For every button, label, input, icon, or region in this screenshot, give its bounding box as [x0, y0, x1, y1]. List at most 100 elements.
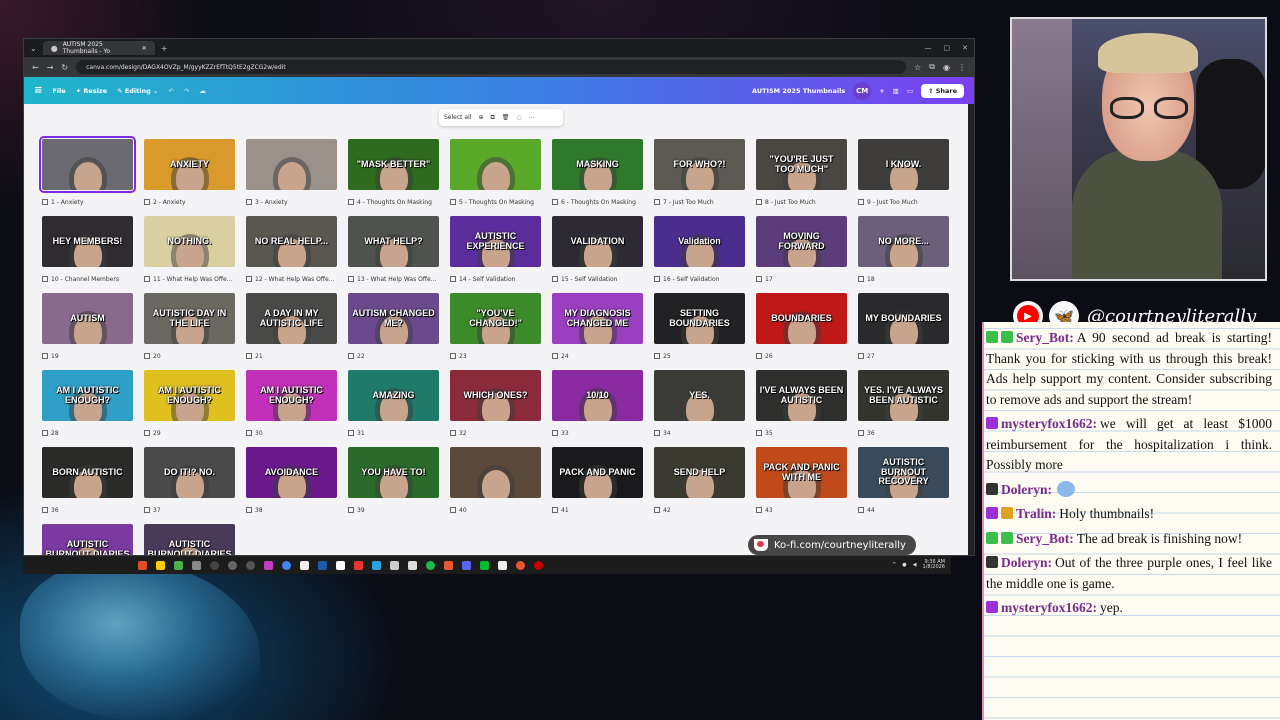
resize-button[interactable]: ✦ Resize [76, 87, 107, 95]
page-checkbox[interactable] [858, 276, 864, 282]
app-icon-1[interactable] [138, 560, 147, 570]
bookmark-star-icon[interactable]: ☆ [914, 63, 921, 72]
thumbnail-image[interactable]: MASKING [552, 139, 643, 190]
thumbnail-page[interactable]: A DAY IN MY AUTISTIC LIFE 21 [246, 293, 337, 366]
page-checkbox[interactable] [450, 276, 456, 282]
app-icon-6[interactable] [228, 560, 237, 570]
page-checkbox[interactable] [42, 430, 48, 436]
tab-list-icon[interactable]: ⌄ [30, 44, 37, 53]
thumbnail-page[interactable]: 5 - Thoughts On Masking [450, 139, 541, 212]
page-checkbox[interactable] [552, 507, 558, 513]
thumbnail-page[interactable]: YOU HAVE TO! 39 [348, 447, 439, 520]
app-icon-11[interactable] [318, 560, 327, 570]
page-checkbox[interactable] [552, 199, 558, 205]
share-button[interactable]: ⇪ Share [920, 83, 964, 98]
thumbnail-image[interactable]: VALIDATION [552, 216, 643, 267]
thumbnail-page[interactable]: HEY MEMBERS! 10 - Channel Members [42, 216, 133, 289]
thumbnail-page[interactable]: NO REAL HELP... 12 - What Help Was Offe..… [246, 216, 337, 289]
new-tab-icon[interactable]: + [161, 44, 168, 53]
app-icon-2[interactable] [156, 560, 165, 570]
thumbnail-image[interactable] [450, 139, 541, 190]
forward-icon[interactable]: → [47, 63, 54, 72]
browser-tab[interactable]: ● AUTISM 2025 Thumbnails - Yo ✕ [42, 41, 155, 55]
chat-username[interactable]: Doleryn: [1001, 555, 1052, 570]
thumbnail-image[interactable] [39, 136, 136, 193]
thumbnail-page[interactable]: AM I AUTISTIC ENOUGH? 29 [144, 370, 235, 443]
thumbnail-image[interactable]: AM I AUTISTIC ENOUGH? [246, 370, 337, 421]
thumbnail-image[interactable]: I'VE ALWAYS BEEN AUTISTIC [756, 370, 847, 421]
thumbnail-image[interactable]: SEND HELP [654, 447, 745, 498]
page-checkbox[interactable] [42, 353, 48, 359]
thumbnail-page[interactable]: "YOU'VE CHANGED!" 23 [450, 293, 541, 366]
page-checkbox[interactable] [756, 507, 762, 513]
page-checkbox[interactable] [246, 507, 252, 513]
app-icon-20[interactable] [480, 560, 489, 570]
app-icon-18[interactable] [444, 560, 453, 570]
thumbnail-page[interactable]: DO IT!? NO. 37 [144, 447, 235, 520]
hamburger-menu-icon[interactable]: ≡ [34, 85, 42, 96]
cloud-save-icon[interactable]: ☁ [199, 87, 206, 95]
thumbnail-page[interactable]: AMAZING 31 [348, 370, 439, 443]
thumbnail-image[interactable]: AVOIDANCE [246, 447, 337, 498]
app-icon-23[interactable] [534, 560, 543, 570]
spotify-icon[interactable] [426, 560, 435, 570]
chrome-icon[interactable] [282, 560, 291, 570]
thumbnail-page[interactable]: AM I AUTISTIC ENOUGH? 30 [246, 370, 337, 443]
thumbnail-page[interactable]: MOVING FORWARD 17 [756, 216, 847, 289]
more-options-icon[interactable]: ⋯ [529, 114, 535, 121]
page-checkbox[interactable] [348, 353, 354, 359]
thumbnail-page[interactable]: AM I AUTISTIC ENOUGH? 28 [42, 370, 133, 443]
thumbnail-image[interactable]: PACK AND PANIC WITH ME [756, 447, 847, 498]
thumbnail-page[interactable]: AUTISTIC BURNOUT DIARIES45 [42, 524, 133, 555]
thumbnail-image[interactable]: MY BOUNDARIES [858, 293, 949, 344]
thumbnail-image[interactable]: "MASK BETTER" [348, 139, 439, 190]
page-checkbox[interactable] [552, 430, 558, 436]
page-checkbox[interactable] [450, 430, 456, 436]
page-checkbox[interactable] [450, 199, 456, 205]
thumbnail-image[interactable]: I KNOW. [858, 139, 949, 190]
close-tab-icon[interactable]: ✕ [142, 45, 147, 52]
thumbnail-image[interactable]: AUTISM [42, 293, 133, 344]
thumbnail-image[interactable]: WHICH ONES? [450, 370, 541, 421]
address-bar[interactable]: canva.com/design/DAGX4OVZp_M/gyyKZZrEfTt… [76, 60, 907, 74]
thumbnail-page[interactable]: AVOIDANCE 38 [246, 447, 337, 520]
thumbnail-page[interactable]: SETTING BOUNDARIES 25 [654, 293, 745, 366]
tray-chevron-icon[interactable]: ^ [892, 562, 896, 568]
thumbnail-page[interactable]: NOTHING. 11 - What Help Was Offe... [144, 216, 235, 289]
thumbnail-page[interactable]: PACK AND PANIC 41 [552, 447, 643, 520]
delete-icon[interactable]: 🗑 [502, 114, 510, 121]
editing-mode-button[interactable]: ✎ Editing ⌄ [117, 87, 158, 95]
thumbnail-page[interactable]: 1 - Anxiety [39, 136, 136, 212]
chat-username[interactable]: Sery_Bot: [1016, 531, 1074, 546]
add-collaborator-icon[interactable]: + [879, 87, 884, 95]
app-icon-5[interactable] [210, 560, 219, 570]
page-checkbox[interactable] [654, 507, 660, 513]
page-checkbox[interactable] [450, 507, 456, 513]
thumbnail-page[interactable]: ANXIETY 2 - Anxiety [144, 139, 235, 212]
page-checkbox[interactable] [756, 430, 762, 436]
page-checkbox[interactable] [450, 353, 456, 359]
close-window-icon[interactable]: ✕ [962, 44, 968, 52]
app-icon-4[interactable] [192, 560, 201, 570]
thumbnail-page[interactable]: "YOU'RE JUST TOO MUCH" 8 - Just Too Much [756, 139, 847, 212]
thumbnail-image[interactable]: SETTING BOUNDARIES [654, 293, 745, 344]
thumbnail-image[interactable] [246, 139, 337, 190]
thumbnail-image[interactable]: "YOU'RE JUST TOO MUCH" [756, 139, 847, 190]
page-checkbox[interactable] [42, 199, 48, 205]
redo-icon[interactable]: ↷ [184, 87, 189, 95]
thumbnail-page[interactable]: BORN AUTISTIC 36 [42, 447, 133, 520]
page-checkbox[interactable] [144, 430, 150, 436]
mic-icon[interactable]: ● [902, 562, 906, 568]
settings-icon[interactable] [498, 560, 507, 570]
page-checkbox[interactable] [144, 276, 150, 282]
reload-icon[interactable]: ↻ [61, 63, 68, 72]
thumbnail-page[interactable]: NO MORE... 18 [858, 216, 949, 289]
thumbnail-image[interactable]: AUTISTIC EXPERIENCE [450, 216, 541, 267]
thumbnail-image[interactable]: 10/10 [552, 370, 643, 421]
thumbnail-image[interactable]: ANXIETY [144, 139, 235, 190]
page-checkbox[interactable] [756, 276, 762, 282]
discord-icon[interactable] [462, 560, 471, 570]
thumbnail-image[interactable]: NO REAL HELP... [246, 216, 337, 267]
avatar[interactable]: CM [853, 81, 872, 100]
thumbnail-page[interactable]: Validation 16 - Self Validation [654, 216, 745, 289]
